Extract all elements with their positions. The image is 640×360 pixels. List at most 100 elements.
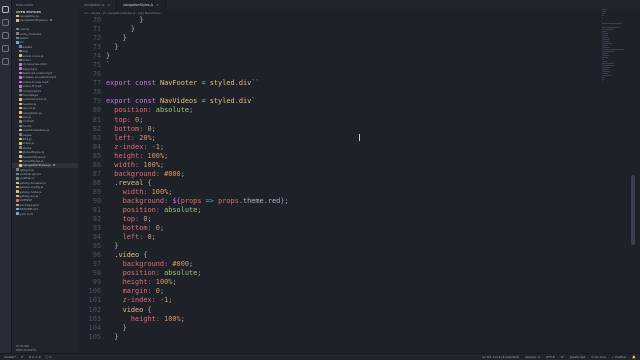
minimap-line (602, 73, 608, 74)
file-tree-label: seo.js (22, 114, 32, 119)
code-line[interactable]: 89 width: 100%; (78, 188, 600, 197)
file-icon (19, 142, 22, 145)
code-line[interactable]: 71 } (78, 25, 600, 34)
code-line[interactable]: 97 background: #000; (78, 260, 600, 269)
line-number: 98 (92, 269, 101, 278)
code-line[interactable]: 83 left: 20%; (78, 134, 600, 143)
line-ending[interactable]: LF (561, 355, 564, 359)
code-line[interactable]: 86 width: 100%; (78, 161, 600, 170)
encoding[interactable]: UTF-8 (546, 355, 555, 359)
code-line[interactable]: 78 (78, 88, 600, 97)
code-line[interactable]: 98 position: absolute; (78, 269, 600, 278)
line-number: 79 (92, 97, 101, 106)
file-tree-label: navigationStyles.js (19, 18, 48, 23)
code-line[interactable]: 73 } (78, 43, 600, 52)
code-line[interactable]: 85 height: 100%; (78, 152, 600, 161)
line-number: 81 (92, 115, 101, 124)
code-line[interactable]: 94 left: 0; (78, 233, 600, 242)
line-number: 85 (92, 151, 101, 160)
debug-icon[interactable] (2, 45, 9, 52)
extensions-icon[interactable] (2, 58, 9, 65)
code-line[interactable]: 104 } (78, 324, 600, 333)
code-line[interactable]: 100 margin: 0; (78, 287, 600, 296)
code-token: => (201, 196, 219, 205)
code-line[interactable]: 82 bottom: 0; (78, 125, 600, 134)
code-line[interactable]: 92 top: 0; (78, 215, 600, 224)
editor-scrollbar[interactable] (630, 9, 636, 342)
file-icon (16, 194, 19, 198)
editor-tab[interactable]: navigation.js × (78, 0, 118, 9)
line-number: 73 (92, 43, 101, 52)
git-branch[interactable]: master* (4, 355, 16, 359)
minimap[interactable] (602, 9, 628, 342)
file-icon (19, 159, 22, 163)
sync-icon[interactable]: ⟳ (21, 355, 24, 359)
code-line[interactable]: 99 height: 100%; (78, 278, 600, 287)
npm-scripts-header[interactable]: NPM SCRIPTS (16, 348, 74, 352)
editor-tab[interactable]: navigationStyles.js × (117, 0, 166, 9)
code-text: video { (101, 306, 152, 315)
code-line[interactable]: 102 video { (78, 306, 600, 315)
code-line[interactable]: 105 } (78, 333, 600, 342)
code-line[interactable]: 74} (78, 52, 600, 61)
code-line[interactable]: 84 z-index: -1; (78, 143, 600, 152)
file-icon (19, 164, 22, 167)
code-line[interactable]: 70 } (78, 16, 600, 25)
line-number: 83 (92, 133, 101, 142)
code-line[interactable]: 101 z-index: -1; (78, 296, 600, 305)
code-token: } (106, 25, 136, 34)
line-number: 80 (92, 106, 101, 115)
close-icon[interactable]: × (156, 3, 159, 7)
code-line[interactable]: 91 position: absolute; (78, 206, 600, 215)
bell-icon[interactable]: 🔔 (632, 355, 636, 359)
code-text: width: 100%; (101, 188, 173, 197)
go-live-button[interactable]: ⊙ Go Live (591, 355, 606, 359)
source-control-icon[interactable] (2, 32, 9, 39)
explorer-icon[interactable] (2, 6, 9, 13)
code-token: ; (139, 115, 144, 124)
code-line[interactable]: 93 bottom: 0; (78, 224, 600, 233)
code-editor[interactable]: 70 } 71 } 72 } 73 } 74} 75 ` 76 77 export const N… (78, 16, 600, 342)
language-mode[interactable]: JavaScript (570, 355, 585, 359)
file-tree-item[interactable]: yarn.lock (12, 212, 78, 216)
file-tree-label: make-it-new.mp4 (22, 79, 49, 84)
code-line[interactable]: 75 ` (78, 61, 600, 70)
indentation[interactable]: Spaces: 4 (525, 355, 540, 359)
minimap-line (602, 49, 624, 50)
line-number: 88 (92, 178, 101, 187)
code-line[interactable]: 81 top: 0; (78, 116, 600, 125)
code-line[interactable]: 96 .video { (78, 251, 600, 260)
code-line[interactable]: 80 position: absolute; (78, 106, 600, 115)
code-line[interactable]: 87 background: #000; (78, 170, 600, 179)
code-line[interactable]: 103 height: 100%; (78, 315, 600, 324)
minimap-line (602, 47, 610, 48)
code-token: 100% (155, 278, 173, 287)
code-line[interactable]: 95 } (78, 242, 600, 251)
code-line[interactable]: 77 export const NavFooter = styled.div`` (78, 79, 600, 88)
breadcrumb[interactable]: src › styles › JS navigationStyles.js › … (78, 9, 598, 16)
line-number: 102 (88, 305, 101, 314)
activity-bar (0, 0, 12, 353)
code-line[interactable]: 72 } (78, 34, 600, 43)
line-number: 75 (92, 61, 101, 70)
code-line[interactable]: 90 background: ${props => props.theme.re… (78, 197, 600, 206)
minimap-line (602, 15, 604, 16)
code-line[interactable]: 88 .reveal { (78, 179, 600, 188)
code-line[interactable]: 79 export const NavVideos = styled.div` (78, 97, 600, 106)
code-text: position: absolute; (101, 269, 202, 278)
close-icon[interactable]: × (107, 3, 110, 7)
info-count[interactable]: ⓘ 0 (46, 355, 52, 359)
code-line[interactable]: 76 (78, 70, 600, 79)
cursor-position[interactable]: Ln 83, Col 9 (3 selected) (483, 355, 520, 359)
code-token: div (238, 97, 252, 106)
line-number: 72 (92, 34, 101, 43)
prettier-status[interactable]: ✓ Prettier (612, 355, 627, 359)
problems-count[interactable]: ⊗ 0 ⚠ 0 (29, 355, 41, 359)
line-number: 89 (92, 187, 101, 196)
code-text: export const NavFooter = styled.div`` (101, 79, 260, 88)
code-text: height: 100%; (101, 152, 168, 161)
scrollbar-thumb[interactable] (631, 175, 635, 245)
file-tree-label: navigationStyles.js (22, 163, 51, 168)
minimap-line (602, 27, 620, 28)
search-icon[interactable] (2, 19, 9, 26)
